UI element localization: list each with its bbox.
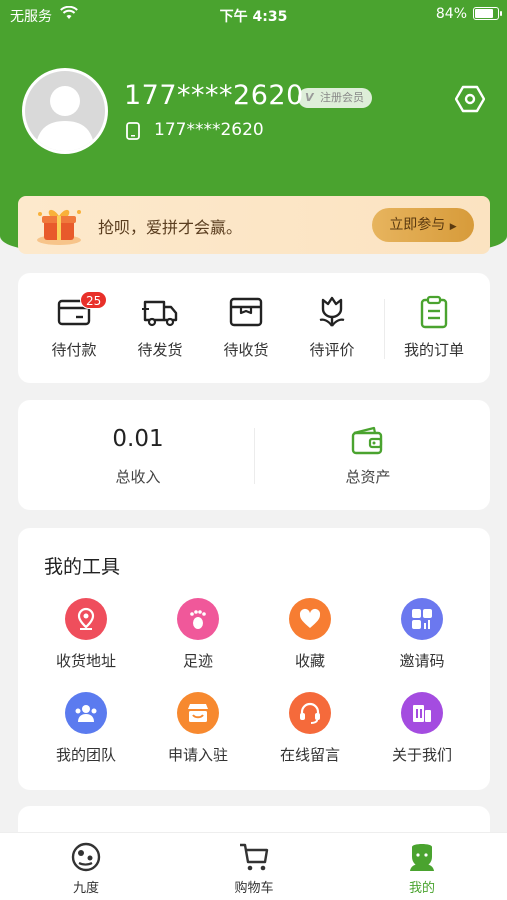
tool-icon-circle [177,598,219,640]
tab-label: 我的 [408,881,435,896]
total-assets-label: 总资产 [345,468,391,486]
location-icon [77,607,95,630]
bottom-tab-bar: 九度 购物车 我的 [0,832,507,900]
tool-icon-circle [289,598,331,640]
avatar[interactable] [22,68,108,154]
order-pending-payment[interactable]: 25 待付款 [34,291,114,360]
member-badge: V 注册会员 [298,88,372,108]
user-phone: 177****2620 [124,80,304,111]
tool-label: 邀请码 [399,652,445,670]
tool-icon-circle [65,692,107,734]
tool-my-team[interactable]: 我的团队 [36,692,136,765]
assets-divider [254,428,255,484]
income-label: 总收入 [115,468,161,486]
cart-icon [240,843,269,871]
home-icon [71,842,101,872]
user-phone-secondary: 177****2620 [154,120,264,140]
tab-profile[interactable]: 我的 [372,841,472,896]
tab-label: 九度 [72,881,99,896]
join-now-button[interactable]: 立即参与 ▶ [372,208,474,242]
tool-icon-circle [401,598,443,640]
tool-label: 申请入驻 [167,746,228,764]
tools-title: 我的工具 [44,556,121,578]
member-badge-label: 注册会员 [320,91,364,104]
battery-icon [473,7,502,20]
play-arrow-icon: ▶ [449,222,457,232]
gift-box-icon [37,209,81,245]
order-item-label: 待收货 [223,341,269,359]
tool-online-message[interactable]: 在线留言 [260,692,360,765]
tab-cart[interactable]: 购物车 [204,841,304,896]
tab-label: 购物车 [234,881,274,896]
battery-level [475,9,493,18]
tool-icon-circle [177,692,219,734]
default-avatar-icon [35,86,95,151]
order-pending-shipment[interactable]: 待发货 [120,295,200,360]
tool-label: 收藏 [294,652,325,670]
tab-home[interactable]: 九度 [36,841,136,896]
tool-label: 收货地址 [55,652,116,670]
income-value[interactable]: 0.01 [78,426,198,452]
tool-apply-settle[interactable]: 申请入驻 [148,692,248,765]
tool-about-us[interactable]: 关于我们 [372,692,472,765]
tool-label: 足迹 [182,652,213,670]
clipboard-icon [420,295,448,329]
order-pending-review[interactable]: 待评价 [292,295,372,360]
truck-icon [142,300,178,327]
status-time: 下午 4:35 [219,9,288,25]
order-item-label: 待付款 [51,341,97,359]
assets-card: 0.01 总收入 总资产 [18,400,490,510]
shop-icon [188,704,208,722]
grid-icon [412,609,432,629]
status-bar: 无服务 下午 4:35 84% [0,0,507,30]
order-item-label: 待评价 [309,341,355,359]
tool-label: 关于我们 [391,746,452,764]
join-now-label: 立即参与 [389,217,446,233]
tool-favorites[interactable]: 收藏 [260,598,360,671]
headset-icon [300,702,320,724]
order-item-label: 待发货 [137,341,183,359]
mobile-icon [126,122,140,140]
tulip-icon [319,296,345,327]
tool-icon-circle [289,692,331,734]
tool-shipping-address[interactable]: 收货地址 [36,598,136,671]
promo-banner[interactable]: 抢呗，爱拼才会赢。 立即参与 ▶ [18,196,490,254]
footprint-icon [190,610,206,629]
tool-invite-code[interactable]: 邀请码 [372,598,472,671]
member-v-icon: V [305,91,314,104]
banner-text: 抢呗，爱拼才会赢。 [98,218,243,237]
pending-payment-count-badge: 25 [80,291,108,309]
tool-label: 我的团队 [55,746,116,764]
tools-card: 我的工具 收货地址 足迹 收藏 邀请码 我的团队 申请入驻 在线留言 关于我们 [18,528,490,790]
tool-icon-circle [65,598,107,640]
battery-percent: 84% [435,6,467,22]
tool-footprints[interactable]: 足迹 [148,598,248,671]
settings-icon[interactable] [455,85,485,113]
tool-icon-circle [401,692,443,734]
orders-card: 25 待付款 待发货 待收货 待评价 我的订单 [18,273,490,383]
profile-icon [410,844,434,871]
order-item-label: 我的订单 [403,341,464,359]
heart-icon [299,608,321,628]
team-icon [75,705,97,722]
tool-label: 在线留言 [279,746,340,764]
box-icon [229,297,263,327]
order-divider [384,299,385,359]
my-orders[interactable]: 我的订单 [394,295,474,360]
wallet-icon[interactable] [350,426,384,456]
order-pending-receipt[interactable]: 待收货 [206,295,286,360]
building-icon [413,705,431,722]
